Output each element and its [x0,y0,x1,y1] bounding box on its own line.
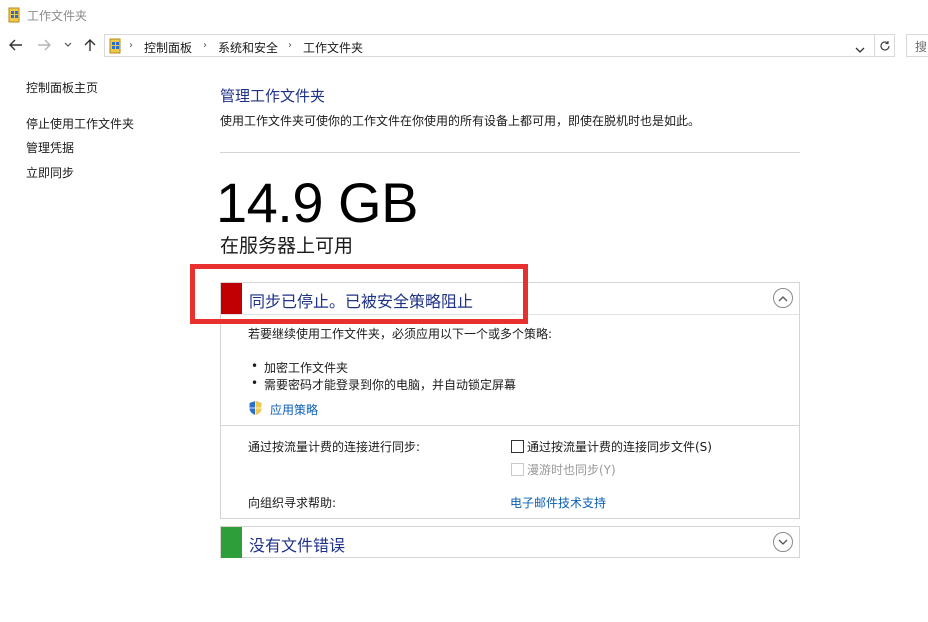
policy-item: 加密工作文件夹 [264,361,349,375]
window-title: 工作文件夹 [27,9,88,23]
file-errors-indicator [221,527,242,558]
address-dropdown-icon[interactable] [855,39,865,58]
work-folders-icon [8,7,22,27]
uac-shield-icon [248,400,263,420]
file-errors-title: 没有文件错误 [249,536,346,555]
file-errors-panel: 没有文件错误 [220,526,800,558]
recent-locations-chevron-icon[interactable] [62,37,74,53]
available-space-caption: 在服务器上可用 [220,235,354,257]
breadcrumb-control-panel[interactable]: 控制面板 [144,39,192,56]
divider [220,152,800,153]
sidebar-item-control-panel-home[interactable]: 控制面板主页 [26,79,98,96]
breadcrumb-separator: › [129,40,133,51]
navigation-bar: › 控制面板 › 系统和安全 › 工作文件夹 [0,33,928,59]
refresh-button[interactable] [875,34,895,57]
refresh-icon [879,40,890,51]
breadcrumb-separator: › [203,40,207,51]
apply-policies-link[interactable]: 应用策略 [270,401,318,418]
breadcrumb-separator: › [288,40,292,51]
breadcrumb-system-security[interactable]: 系统和安全 [218,39,278,56]
available-space-value: 14.9 GB [216,171,418,234]
up-arrow-icon[interactable] [82,37,98,53]
policy-intro-text: 若要继续使用工作文件夹，必须应用以下一个或多个策略: [248,327,553,341]
metered-sync-checkbox[interactable] [511,440,524,453]
divider [221,425,799,426]
metered-sync-option-label[interactable]: 通过按流量计费的连接同步文件(S) [527,438,712,455]
bullet: • [251,376,259,390]
back-arrow-icon[interactable] [8,37,24,53]
sidebar-item-sync-now[interactable]: 立即同步 [26,164,74,181]
collapse-chevron-up-icon[interactable] [773,288,793,308]
page-title: 管理工作文件夹 [220,87,326,105]
breadcrumb-work-folders[interactable]: 工作文件夹 [303,39,363,56]
highlight-annotation-box [190,264,528,324]
metered-sync-label: 通过按流量计费的连接进行同步: [248,440,421,454]
sidebar-item-manage-credentials[interactable]: 管理凭据 [26,139,74,156]
expand-chevron-down-icon[interactable] [773,532,793,552]
file-errors-header[interactable]: 没有文件错误 [221,527,799,558]
email-support-link[interactable]: 电子邮件技术支持 [510,494,606,511]
roaming-sync-option-label: 漫游时也同步(Y) [527,463,616,477]
roaming-sync-checkbox[interactable] [511,463,524,476]
forward-arrow-icon[interactable] [36,37,52,53]
page-description: 使用工作文件夹可使你的工作文件在你使用的所有设备上都可用，即使在脱机时也是如此。 [220,114,701,128]
address-bar[interactable]: › 控制面板 › 系统和安全 › 工作文件夹 [104,34,875,57]
help-label: 向组织寻求帮助: [248,496,337,510]
policy-item: 需要密码才能登录到你的电脑，并自动锁定屏幕 [264,378,517,392]
sidebar-item-stop-using-work-folders[interactable]: 停止使用工作文件夹 [26,115,134,132]
search-input[interactable]: 搜 [906,34,928,57]
bullet: • [251,359,259,373]
title-bar: 工作文件夹 [0,0,928,30]
work-folders-icon [109,38,123,58]
